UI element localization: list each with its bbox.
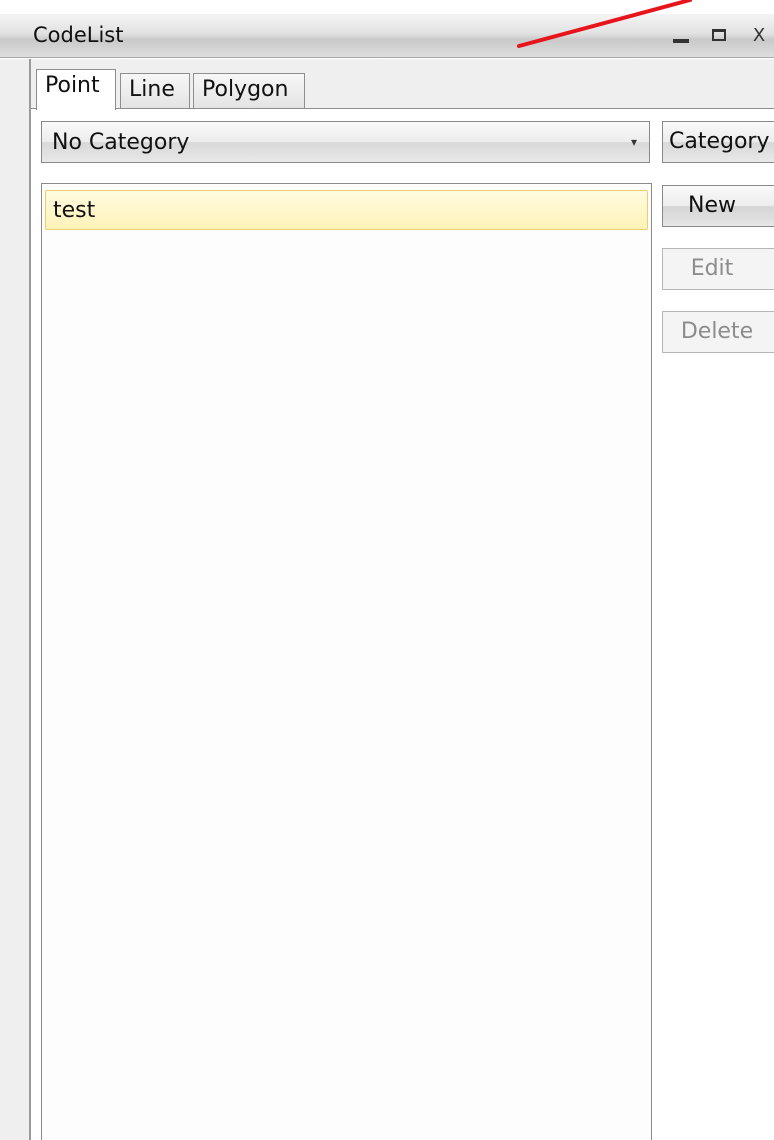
- close-icon[interactable]: X: [746, 24, 772, 48]
- code-listbox[interactable]: test: [41, 183, 652, 1140]
- desktop-strip: [0, 0, 774, 14]
- title-bar[interactable]: CodeList X: [0, 14, 774, 58]
- tab-polygon[interactable]: Polygon: [193, 73, 305, 109]
- tab-line[interactable]: Line: [120, 73, 190, 109]
- category-button[interactable]: Category: [662, 121, 774, 163]
- list-item-label: test: [53, 198, 96, 223]
- edit-button[interactable]: Edit: [662, 248, 774, 290]
- minimize-icon[interactable]: [668, 24, 694, 48]
- codelist-window: CodeList X Point Line Polygon No Categor…: [0, 0, 774, 1140]
- delete-button[interactable]: Delete: [662, 311, 774, 353]
- list-item[interactable]: test: [45, 190, 648, 230]
- category-dropdown-value: No Category: [52, 130, 190, 155]
- dropdown-arrow-icon: ▾: [630, 135, 637, 149]
- window-title: CodeList: [33, 23, 124, 47]
- tab-point[interactable]: Point: [36, 69, 116, 110]
- new-button[interactable]: New: [662, 185, 774, 227]
- category-dropdown[interactable]: No Category ▾: [41, 121, 650, 163]
- maximize-icon[interactable]: [706, 24, 732, 48]
